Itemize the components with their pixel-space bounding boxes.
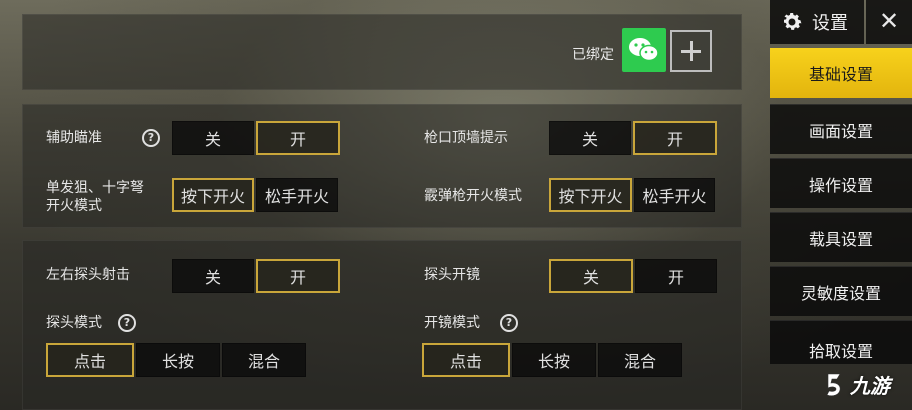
nav-controls-settings[interactable]: 操作设置 (770, 158, 912, 208)
close-icon: ✕ (878, 7, 900, 35)
peek-fire-toggle: 关 开 (172, 259, 342, 293)
sniper-fire-mode-label-line1: 单发狙、十字弩 (46, 180, 144, 196)
peek-mode-selector: 点击 长按 混合 (46, 343, 308, 377)
aim-assist-toggle: 关 开 (172, 121, 342, 155)
sniper-press-fire-option[interactable]: 按下开火 (172, 178, 254, 212)
peek-fire-on-option[interactable]: 开 (256, 259, 340, 293)
shotgun-fire-mode-label: 霰弹枪开火模式 (424, 188, 522, 204)
scope-mode-mixed-option[interactable]: 混合 (598, 343, 682, 377)
settings-title: 设置 (812, 13, 848, 34)
sniper-release-fire-option[interactable]: 松手开火 (256, 178, 338, 212)
muzzle-wall-hint-toggle: 关 开 (549, 121, 719, 155)
scope-mode-tap-option[interactable]: 点击 (422, 343, 510, 377)
bound-label: 已绑定 (572, 47, 614, 63)
shotgun-release-fire-option[interactable]: 松手开火 (634, 178, 715, 212)
add-account-button[interactable] (670, 30, 712, 72)
shotgun-press-fire-option[interactable]: 按下开火 (549, 178, 632, 212)
peek-scope-label: 探头开镜 (424, 267, 480, 283)
peek-scope-toggle: 关 开 (549, 259, 719, 293)
wechat-icon (629, 38, 659, 62)
sniper-fire-mode-toggle: 按下开火 松手开火 (172, 178, 340, 212)
logo-icon (826, 373, 841, 396)
sniper-fire-mode-label-line2: 开火模式 (46, 198, 102, 214)
scope-mode-hold-option[interactable]: 长按 (512, 343, 596, 377)
aim-assist-off-option[interactable]: 关 (172, 121, 254, 155)
wechat-button[interactable] (622, 28, 666, 72)
nav-vehicle-settings[interactable]: 载具设置 (770, 212, 912, 262)
peek-scope-on-option[interactable]: 开 (635, 259, 717, 293)
help-icon[interactable]: ? (142, 129, 160, 147)
help-icon[interactable]: ? (500, 314, 518, 332)
settings-header: 设置 (770, 0, 864, 44)
close-button[interactable]: ✕ (866, 0, 912, 44)
peek-fire-label: 左右探头射击 (46, 267, 130, 283)
muzzle-wall-hint-label: 枪口顶墙提示 (424, 130, 508, 146)
muzzle-wall-hint-off-option[interactable]: 关 (549, 121, 631, 155)
scope-mode-label: 开镜模式 (424, 315, 480, 331)
scope-mode-selector: 点击 长按 混合 (422, 343, 684, 377)
peek-mode-mixed-option[interactable]: 混合 (222, 343, 306, 377)
peek-mode-hold-option[interactable]: 长按 (136, 343, 220, 377)
nav-basic-settings[interactable]: 基础设置 (770, 48, 912, 98)
peek-scope-off-option[interactable]: 关 (549, 259, 633, 293)
peek-mode-label: 探头模式 (46, 315, 102, 331)
watermark-logo: 九游 (822, 370, 890, 399)
nav-sensitivity-settings[interactable]: 灵敏度设置 (770, 266, 912, 316)
help-icon[interactable]: ? (118, 314, 136, 332)
nav-graphics-settings[interactable]: 画面设置 (770, 104, 912, 154)
aim-assist-on-option[interactable]: 开 (256, 121, 340, 155)
gear-icon (784, 13, 802, 30)
peek-fire-off-option[interactable]: 关 (172, 259, 254, 293)
peek-mode-tap-option[interactable]: 点击 (46, 343, 134, 377)
shotgun-fire-mode-toggle: 按下开火 松手开火 (549, 178, 717, 212)
aim-assist-label: 辅助瞄准 (46, 130, 102, 146)
watermark-text: 九游 (850, 374, 890, 398)
muzzle-wall-hint-on-option[interactable]: 开 (633, 121, 717, 155)
nav-pickup-settings[interactable]: 拾取设置 (770, 320, 912, 364)
